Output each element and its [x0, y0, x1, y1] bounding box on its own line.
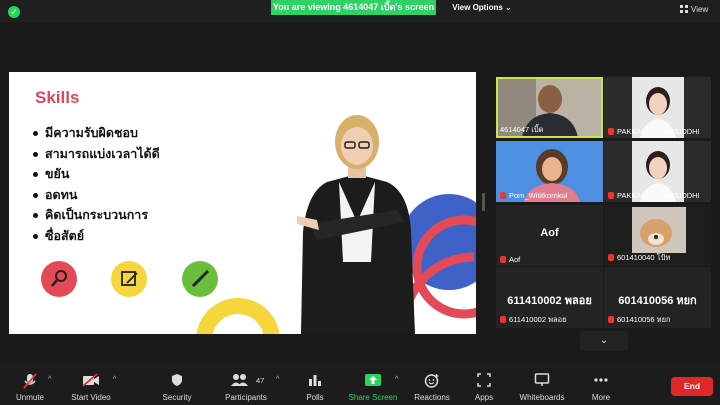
unmute-button[interactable]: Unmute	[8, 363, 52, 405]
video-tile[interactable]: PAKKANUT BANSIDDHI	[604, 141, 711, 202]
share-screen-icon	[365, 374, 381, 386]
video-tile[interactable]: PAKKANUT BANSIDDHI	[604, 77, 711, 138]
slide-title: Skills	[35, 88, 80, 107]
audio-options-caret[interactable]: ^	[48, 376, 51, 383]
reactions-label: Reactions	[414, 393, 450, 402]
participant-name: 601410056 หยก	[608, 314, 671, 326]
more-label: More	[591, 393, 611, 402]
whiteboards-button[interactable]: Whiteboards	[516, 363, 568, 405]
participant-name-text: PAKKANUT BANSIDDHI	[617, 191, 700, 200]
participants-options-caret[interactable]: ^	[276, 376, 279, 383]
skill-item: ขยัน	[33, 164, 160, 185]
meeting-toolbar: Unmute ^ Start Video ^ Security 47 Parti…	[0, 363, 720, 405]
participant-name: PAKKANUT BANSIDDHI	[608, 191, 700, 200]
share-screen-button[interactable]: Share Screen	[346, 363, 400, 405]
video-tile[interactable]: Aof Aof	[496, 205, 603, 266]
mic-muted-icon	[608, 128, 614, 135]
skill-item: คิดเป็นกระบวนการ	[33, 205, 160, 226]
participant-name-text: 611410002 พลอย	[509, 315, 567, 324]
participant-name-text: 601410040 โป้ท	[617, 253, 671, 262]
participant-name: Aof	[500, 255, 520, 264]
video-tile[interactable]: Pom_Wititkornkul	[496, 141, 603, 202]
mic-muted-icon	[608, 254, 614, 261]
view-options-button[interactable]: View Options ⌄	[450, 1, 514, 14]
participant-name: 611410002 พลอย	[500, 314, 567, 326]
video-tile[interactable]: 601410040 โป้ท	[604, 205, 711, 266]
chevron-down-icon: ⌄	[599, 335, 609, 346]
view-button-label: View	[691, 5, 709, 14]
gallery-scroll-down-button[interactable]: ⌄	[580, 331, 628, 351]
apps-label: Apps	[474, 393, 494, 402]
skill-item: ซื่อสัตย์	[33, 226, 160, 247]
video-tile[interactable]: 611410002 พลอย 611410002 พลอย	[496, 267, 603, 328]
participant-display-name: Aof	[540, 227, 559, 239]
view-button[interactable]: View	[680, 3, 716, 17]
polls-button[interactable]: Polls	[298, 363, 332, 405]
participant-name-text: 601410056 หยก	[617, 315, 671, 324]
skill-item: สามารถแบ่งเวลาได้ดี	[33, 144, 160, 165]
mic-muted-icon	[500, 256, 506, 263]
polls-label: Polls	[306, 393, 324, 402]
more-dots-icon	[594, 378, 608, 382]
share-options-caret[interactable]: ^	[395, 376, 398, 383]
participant-name-text: PAKKANUT BANSIDDHI	[617, 127, 700, 136]
bar-chart-icon	[309, 375, 321, 386]
screen-share-banner: You are viewing 4614047 เบิ้ด's screen	[271, 0, 436, 15]
participant-name-text: Pom_Wititkornkul	[509, 191, 568, 200]
apps-button[interactable]: Apps	[468, 363, 500, 405]
note-icon	[111, 261, 147, 297]
participant-name: 601410040 โป้ท	[608, 252, 670, 264]
chevron-down-icon: ⌄	[505, 3, 512, 12]
reactions-button[interactable]: Reactions	[410, 363, 454, 405]
skills-list: มีความรับผิดชอบ สามารถแบ่งเวลาได้ดี ขยัน…	[33, 123, 160, 246]
unmute-label: Unmute	[15, 393, 44, 402]
skill-item: อดทน	[33, 185, 160, 206]
apps-icon	[477, 373, 491, 387]
businesswoman-illustration	[297, 115, 415, 334]
participants-count: 47	[256, 376, 265, 385]
shield-icon	[172, 374, 182, 386]
mic-muted-icon	[23, 373, 37, 389]
view-options-label: View Options	[452, 3, 503, 12]
security-label: Security	[162, 393, 192, 402]
shared-slide: Skills มีความรับผิดชอบ สามารถแบ่งเวลาได้…	[9, 72, 476, 334]
share-screen-label: Share Screen	[348, 393, 398, 402]
splitter-handle[interactable]	[482, 193, 485, 211]
mic-muted-icon	[608, 192, 614, 199]
mic-muted-icon	[500, 192, 506, 199]
participant-name: PAKKANUT BANSIDDHI	[608, 127, 700, 136]
grid-icon	[680, 5, 688, 13]
skill-item: มีความรับผิดชอบ	[33, 123, 160, 144]
video-tile[interactable]: 601410056 หยก 601410056 หยก	[604, 267, 711, 328]
video-tile[interactable]: 4614047 เบิ้ด	[496, 77, 603, 138]
video-options-caret[interactable]: ^	[113, 376, 116, 383]
security-button[interactable]: Security	[156, 363, 198, 405]
mic-muted-icon	[500, 316, 506, 323]
pencil-icon	[182, 261, 218, 297]
top-bar: ✓ You are viewing 4614047 เบิ้ด's screen…	[0, 0, 720, 22]
participant-name: 4614047 เบิ้ด	[500, 125, 544, 134]
video-off-icon	[82, 373, 99, 387]
shield-icon[interactable]: ✓	[8, 6, 20, 18]
whiteboards-label: Whiteboards	[519, 393, 565, 402]
whiteboard-icon	[534, 373, 550, 386]
mic-muted-icon	[608, 316, 614, 323]
smile-icon	[424, 374, 439, 388]
participants-label: Participants	[225, 393, 267, 402]
participant-name-text: Aof	[509, 255, 521, 264]
participant-name: Pom_Wititkornkul	[500, 191, 567, 200]
participant-display-name: 611410002 พลอย	[507, 295, 592, 307]
participants-button[interactable]: 47 Participants	[220, 363, 272, 405]
start-video-button[interactable]: Start Video	[66, 363, 116, 405]
participant-display-name: 601410056 หยก	[618, 295, 697, 307]
end-meeting-button[interactable]: End	[671, 377, 713, 396]
magnifier-icon	[41, 261, 77, 297]
more-button[interactable]: More	[584, 363, 618, 405]
participants-icon	[231, 374, 248, 386]
start-video-label: Start Video	[71, 393, 111, 402]
